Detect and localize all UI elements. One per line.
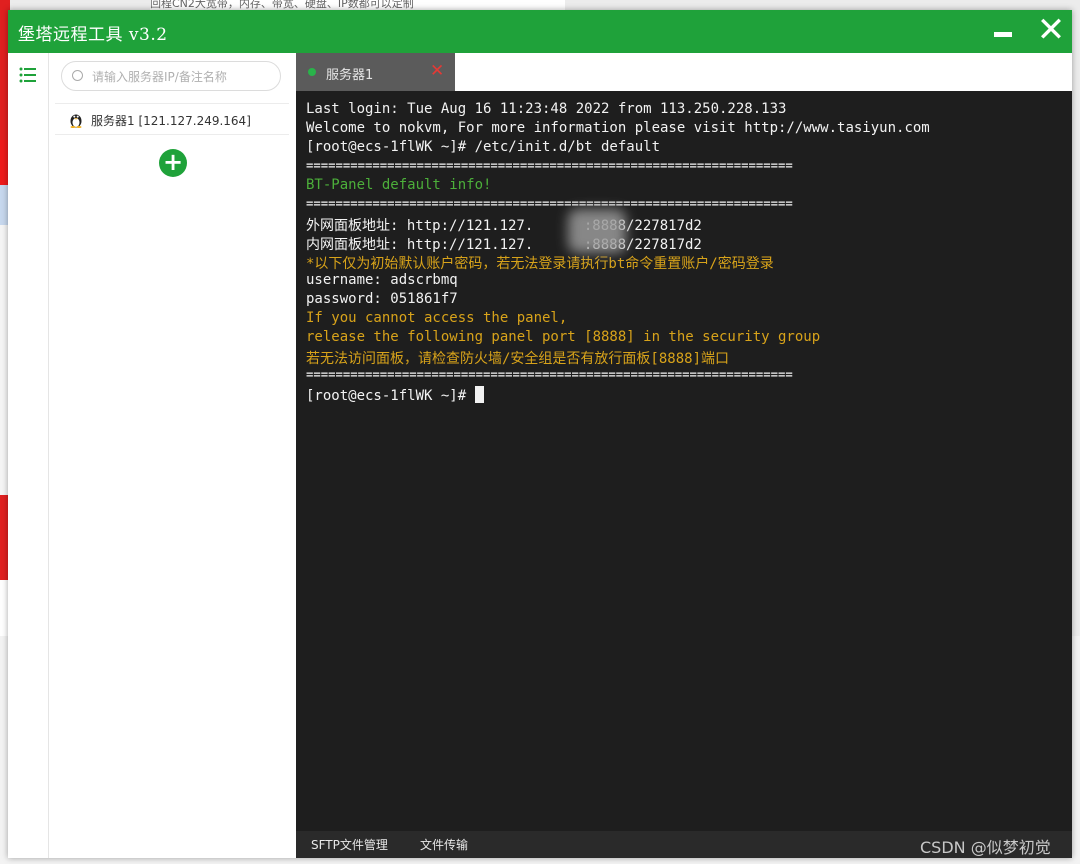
plus-icon: + [162, 148, 184, 176]
search-box[interactable] [61, 61, 281, 91]
terminal-line: Last login: Tue Aug 16 11:23:48 2022 fro… [306, 101, 787, 117]
minimize-icon[interactable] [994, 32, 1012, 37]
terminal-divider: ========================================… [306, 158, 793, 174]
tab-close-icon[interactable]: ✕ [430, 61, 444, 81]
terminal-line: release the following panel port [8888] … [306, 329, 821, 345]
list-icon[interactable] [18, 65, 38, 85]
tab-bar: 服务器1 ✕ [296, 53, 1072, 91]
server-label: 服务器1 [121.127.249.164] [91, 114, 251, 128]
tab-server-1[interactable]: 服务器1 ✕ [296, 53, 455, 91]
terminal-line: Welcome to nokvm, For more information p… [306, 120, 930, 136]
sftp-file-manager-button[interactable]: SFTP文件管理 [311, 836, 388, 853]
terminal-line: 若无法访问面板，请检查防火墙/安全组是否有放行面板[8888]端口 [306, 351, 729, 367]
ip-redaction-blur [568, 209, 626, 253]
terminal[interactable]: Last login: Tue Aug 16 11:23:48 2022 fro… [296, 91, 1072, 831]
icon-rail [8, 53, 49, 858]
terminal-line: If you cannot access the panel, [306, 310, 568, 326]
prompt-text: [root@ecs-1flWK ~]# [306, 388, 475, 404]
terminal-line: *以下仅为初始默认账户密码，若无法登录请执行bt命令重置账户/密码登录 [306, 256, 774, 272]
search-input[interactable] [90, 66, 274, 88]
connection-status-icon [308, 68, 316, 76]
terminal-line: password: 051861f7 [306, 291, 458, 307]
file-transfer-button[interactable]: 文件传输 [420, 836, 468, 853]
app-window: 堡塔远程工具 v3.2 ✕ 请输入服务器IP/备注名称 服务器1 [121.12… [8, 10, 1072, 858]
terminal-line: username: adscrbmq [306, 272, 458, 288]
close-icon[interactable]: ✕ [1034, 13, 1068, 47]
terminal-line: 内网面板地址: http://121.127. :8888/227817d2 [306, 237, 702, 253]
watermark: CSDN @似梦初觉 [920, 838, 1051, 857]
add-server-button[interactable]: + [159, 149, 187, 177]
title-bar[interactable]: 堡塔远程工具 v3.2 ✕ [8, 10, 1072, 53]
terminal-divider: ========================================… [306, 367, 793, 383]
terminal-line: BT-Panel default info! [306, 177, 492, 193]
terminal-prompt: [root@ecs-1flWK ~]# [306, 386, 484, 404]
window-title: 堡塔远程工具 v3.2 [18, 25, 168, 45]
terminal-cursor [474, 386, 484, 403]
background-banner: 回程CN2大宽带，内存、带宽、硬盘、IP数都可以定制 [150, 0, 565, 10]
terminal-line: 外网面板地址: http://121.127. :8888/227817d2 [306, 218, 702, 234]
search-icon [72, 70, 83, 81]
linux-tux-icon [70, 114, 82, 128]
terminal-divider: ========================================… [306, 196, 793, 212]
terminal-line: [root@ecs-1flWK ~]# /etc/init.d/bt defau… [306, 139, 661, 155]
server-list-item[interactable]: 服务器1 [121.127.249.164] [55, 103, 289, 135]
tab-label: 服务器1 [326, 68, 374, 83]
server-sidebar: 服务器1 [121.127.249.164] + [49, 53, 296, 858]
